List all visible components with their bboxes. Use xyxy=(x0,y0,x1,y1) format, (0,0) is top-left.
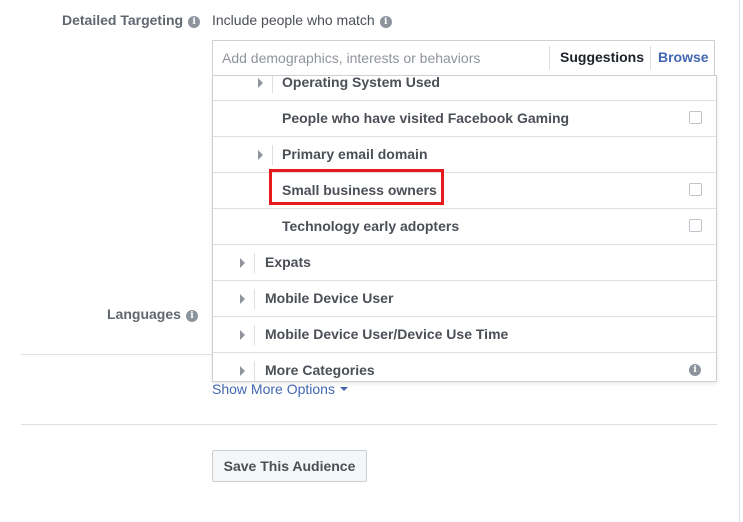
info-icon[interactable]: i xyxy=(689,364,701,376)
dropdown-item-label: Expats xyxy=(265,254,311,270)
include-people-text: Include people who match xyxy=(212,12,375,28)
dropdown-item[interactable]: Expats xyxy=(213,245,716,281)
caret-separator xyxy=(272,76,273,93)
caret-separator xyxy=(272,145,273,165)
chevron-right-icon[interactable] xyxy=(240,294,245,304)
dropdown-item[interactable]: Mobile Device User xyxy=(213,281,716,317)
targeting-search-box: Suggestions Browse xyxy=(212,40,715,75)
dropdown-item-label: Small business owners xyxy=(282,182,437,198)
show-more-options-label: Show More Options xyxy=(212,381,335,397)
section-divider xyxy=(21,354,212,355)
caret-separator xyxy=(254,253,255,273)
item-checkbox[interactable] xyxy=(689,183,702,196)
page-edge xyxy=(739,0,740,522)
targeting-search-input[interactable] xyxy=(213,41,547,75)
dropdown-item-label: Mobile Device User/Device Use Time xyxy=(265,326,509,342)
show-more-options-link[interactable]: Show More Options xyxy=(212,381,348,397)
chevron-right-icon[interactable] xyxy=(240,258,245,268)
item-checkbox[interactable] xyxy=(689,219,702,232)
dropdown-item-label: Technology early adopters xyxy=(282,218,460,234)
dropdown-item-label: Operating System Used xyxy=(282,75,440,90)
suggestions-button[interactable]: Suggestions xyxy=(560,49,644,65)
detailed-targeting-label: Detailed Targeting xyxy=(62,12,184,28)
dropdown-item-label: People who have visited Facebook Gaming xyxy=(282,110,570,126)
dropdown-item[interactable]: Small business owners xyxy=(213,173,716,209)
browse-button[interactable]: Browse xyxy=(658,49,709,65)
browse-dropdown[interactable]: Operating System Used People who have vis… xyxy=(212,75,717,382)
dropdown-item[interactable]: Technology early adopters xyxy=(213,209,716,245)
chevron-right-icon[interactable] xyxy=(258,78,263,88)
caret-separator xyxy=(254,361,255,381)
dropdown-item-label: More Categories xyxy=(265,362,375,378)
dropdown-item[interactable]: Operating System Used xyxy=(213,75,716,101)
search-separator xyxy=(650,46,651,70)
chevron-right-icon[interactable] xyxy=(258,150,263,160)
item-checkbox[interactable] xyxy=(689,111,702,124)
dropdown-item[interactable]: Mobile Device User/Device Use Time xyxy=(213,317,716,353)
caret-separator xyxy=(254,325,255,345)
info-icon[interactable]: i xyxy=(379,16,392,28)
browse-category-list: Operating System Used People who have vis… xyxy=(213,75,716,381)
dropdown-item[interactable]: More Categories i xyxy=(213,353,716,381)
save-audience-button[interactable]: Save This Audience xyxy=(212,450,367,482)
dropdown-item-label: Mobile Device User xyxy=(265,290,394,306)
info-icon[interactable]: i xyxy=(185,310,198,322)
dropdown-item[interactable]: Primary email domain xyxy=(213,137,716,173)
dropdown-item-label: Primary email domain xyxy=(282,146,428,162)
languages-label: Languages xyxy=(107,306,181,322)
dropdown-item[interactable]: People who have visited Facebook Gaming xyxy=(213,101,716,137)
chevron-right-icon[interactable] xyxy=(240,330,245,340)
detailed-targeting-row-label: Detailed Targeting i xyxy=(62,12,201,28)
section-divider xyxy=(21,424,717,425)
info-icon[interactable]: i xyxy=(188,16,201,28)
search-separator xyxy=(549,46,550,70)
caret-down-icon xyxy=(339,387,348,391)
languages-row-label: Languages i xyxy=(107,306,198,322)
caret-separator xyxy=(254,289,255,309)
include-people-label: Include people who match i xyxy=(212,12,392,28)
chevron-right-icon[interactable] xyxy=(240,366,245,376)
